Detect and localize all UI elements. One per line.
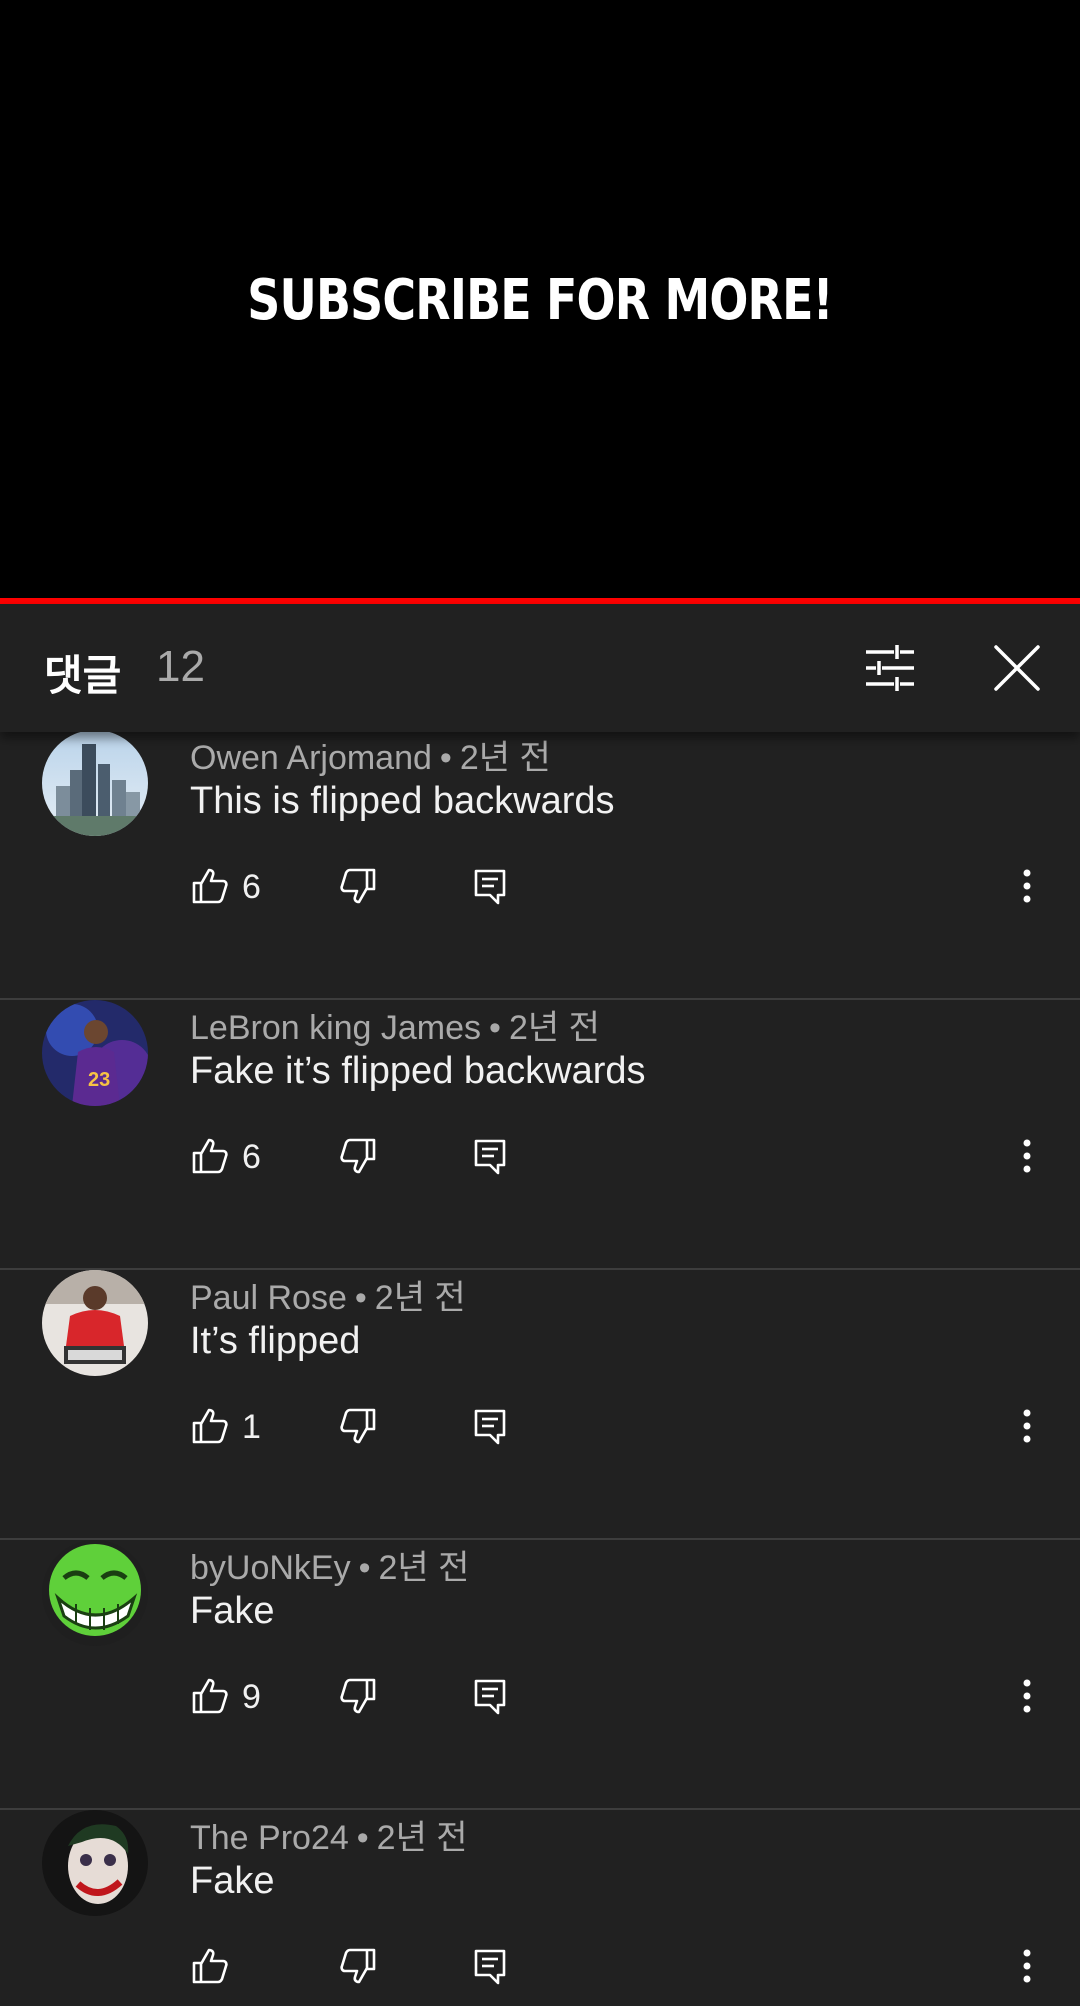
reply-button[interactable]	[470, 1946, 510, 1986]
comment-text: Fake	[190, 1590, 275, 1632]
close-button[interactable]	[977, 628, 1057, 708]
like-button[interactable]	[190, 1406, 230, 1446]
reply-icon	[474, 1409, 506, 1445]
comment-time: 2년 전	[508, 1009, 600, 1047]
like-button[interactable]	[190, 1136, 230, 1176]
more-options-button[interactable]	[1012, 1946, 1042, 1986]
thumbs-down-icon	[340, 1138, 376, 1174]
comment-author[interactable]: The Pro24	[190, 1819, 349, 1857]
more-options-button[interactable]	[1012, 1676, 1042, 1716]
reply-button[interactable]	[470, 866, 510, 906]
like-count: 6	[242, 1138, 261, 1176]
comment-text: Fake it’s flipped backwards	[190, 1050, 646, 1092]
separator-dot: •	[439, 739, 452, 777]
sort-filter-button[interactable]	[850, 628, 930, 708]
separator-dot: •	[489, 1009, 501, 1047]
reply-icon	[474, 869, 506, 905]
comment-item: byUoNkEy • 2년 전 Fake 9	[0, 1540, 1080, 1810]
comment-meta: The Pro24 • 2년 전	[190, 1810, 468, 1859]
separator-dot: •	[354, 1279, 367, 1317]
comment-item: The Pro24 • 2년 전 Fake	[0, 1810, 1080, 2006]
comments-count: 12	[156, 642, 205, 691]
comment-author[interactable]: Paul Rose	[190, 1279, 347, 1317]
thumbs-down-icon	[340, 1678, 376, 1714]
reply-button[interactable]	[470, 1406, 510, 1446]
separator-dot: •	[358, 1549, 371, 1587]
like-button[interactable]	[190, 1946, 230, 1986]
comment-author[interactable]: LeBron king James	[190, 1009, 481, 1047]
separator-dot: •	[356, 1819, 369, 1857]
more-options-button[interactable]	[1012, 1136, 1042, 1176]
like-count: 6	[242, 868, 261, 906]
reply-button[interactable]	[470, 1136, 510, 1176]
more-vertical-icon	[1023, 869, 1031, 903]
sort-filter-icon	[866, 645, 914, 691]
comment-actions: 1	[190, 1406, 1080, 1466]
comment-item: Owen Arjomand • 2년 전 This is flipped backw…	[0, 732, 1080, 1000]
close-icon	[994, 645, 1040, 691]
reply-icon	[474, 1949, 506, 1985]
comment-meta: byUoNkEy • 2년 전	[190, 1540, 469, 1589]
dislike-button[interactable]	[338, 1406, 378, 1446]
thumbs-down-icon	[340, 868, 376, 904]
dislike-button[interactable]	[338, 866, 378, 906]
thumbs-up-icon	[192, 1408, 228, 1444]
comment-time: 2년 전	[459, 739, 551, 777]
person-red-shirt-avatar[interactable]	[42, 1270, 148, 1376]
like-count: 1	[242, 1408, 261, 1446]
comment-actions: 9	[190, 1676, 1080, 1736]
video-player[interactable]: SUBSCRIBE FOR MORE!	[0, 0, 1080, 598]
thumbs-down-icon	[340, 1948, 376, 1984]
thumbs-up-icon	[192, 868, 228, 904]
comment-author[interactable]: Owen Arjomand	[190, 739, 432, 777]
thumbs-up-icon	[192, 1138, 228, 1174]
comment-author[interactable]: byUoNkEy	[190, 1549, 351, 1587]
reply-icon	[474, 1679, 506, 1715]
more-options-button[interactable]	[1012, 1406, 1042, 1446]
more-options-button[interactable]	[1012, 866, 1042, 906]
video-caption: SUBSCRIBE FOR MORE!	[247, 268, 833, 333]
comment-item: Paul Rose • 2년 전 It’s flipped 1	[0, 1270, 1080, 1540]
like-button[interactable]	[190, 866, 230, 906]
comment-time: 2년 전	[376, 1819, 468, 1857]
dislike-button[interactable]	[338, 1136, 378, 1176]
comment-text: This is flipped backwards	[190, 780, 615, 822]
comments-title: 댓글	[44, 652, 122, 699]
comment-actions: 6	[190, 866, 1080, 926]
comment-text: It’s flipped	[190, 1320, 361, 1362]
more-vertical-icon	[1023, 1679, 1031, 1713]
joker-avatar[interactable]	[42, 1810, 148, 1916]
green-trollface-avatar[interactable]	[42, 1540, 148, 1646]
comment-meta: Owen Arjomand • 2년 전	[190, 732, 551, 779]
comment-item: 23 LeBron king James • 2년 전 Fake it’s flip…	[0, 1000, 1080, 1270]
comment-time: 2년 전	[374, 1279, 466, 1317]
thumbs-down-icon	[340, 1408, 376, 1444]
reply-icon	[474, 1139, 506, 1175]
svg-text:23: 23	[88, 1069, 110, 1091]
comment-meta: LeBron king James • 2년 전	[190, 1000, 600, 1049]
reply-button[interactable]	[470, 1676, 510, 1716]
comment-time: 2년 전	[378, 1549, 470, 1587]
comments-list[interactable]: Owen Arjomand • 2년 전 This is flipped backw…	[0, 732, 1080, 2006]
thumbs-up-icon	[192, 1678, 228, 1714]
more-vertical-icon	[1023, 1139, 1031, 1173]
like-count: 9	[242, 1678, 261, 1716]
dislike-button[interactable]	[338, 1946, 378, 1986]
comments-header: 댓글 12	[0, 604, 1080, 732]
thumbs-up-icon	[192, 1948, 228, 1984]
comment-meta: Paul Rose • 2년 전	[190, 1270, 466, 1319]
dislike-button[interactable]	[338, 1676, 378, 1716]
comment-actions: 6	[190, 1136, 1080, 1196]
more-vertical-icon	[1023, 1949, 1031, 1983]
basketball-player-avatar[interactable]: 23	[42, 1000, 148, 1106]
more-vertical-icon	[1023, 1409, 1031, 1443]
like-button[interactable]	[190, 1676, 230, 1716]
city-skyline-avatar[interactable]	[42, 732, 148, 836]
comment-text: Fake	[190, 1860, 275, 1902]
comment-actions	[190, 1946, 1080, 2006]
